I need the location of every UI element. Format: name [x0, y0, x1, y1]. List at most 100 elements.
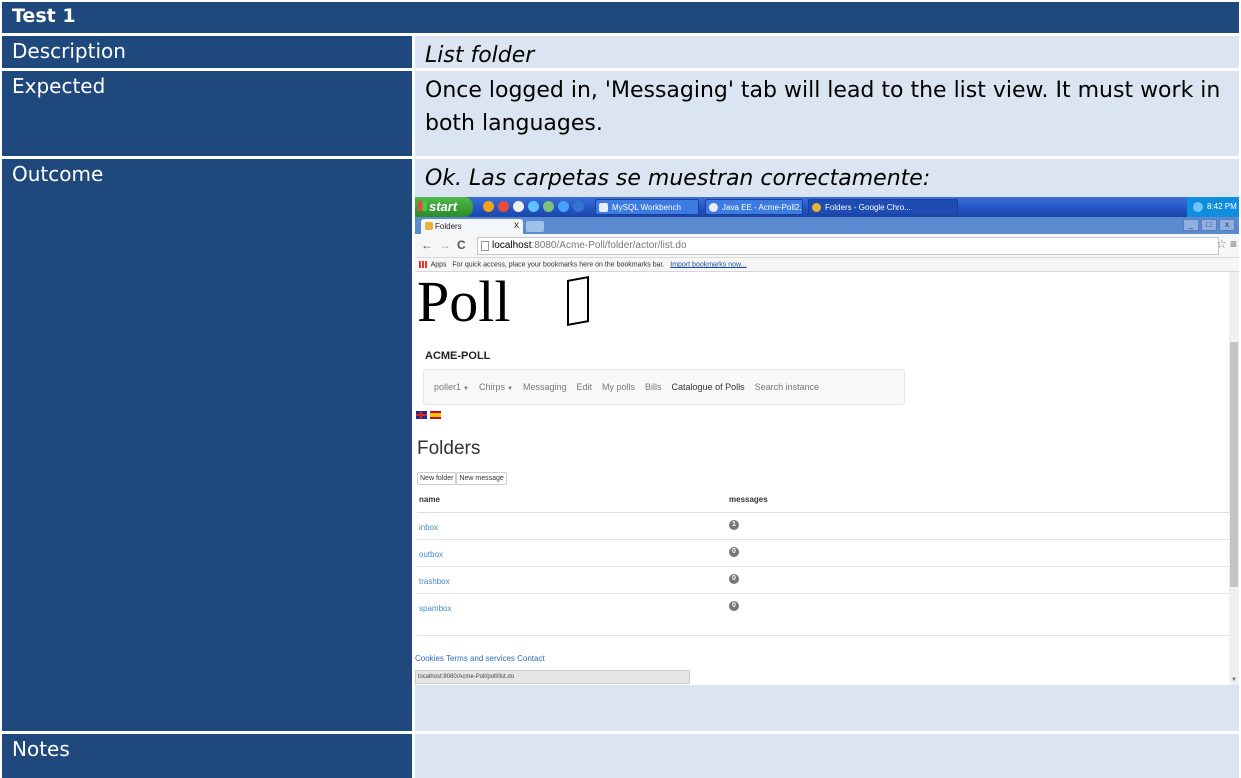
page-icon [481, 241, 489, 251]
page-title: Folders [417, 438, 481, 459]
app-icon[interactable] [573, 201, 584, 212]
outcome-screenshot: start MySQL Workbench Java EE - Acme-Pol… [415, 197, 1239, 685]
table-row: trashbox 0 [417, 567, 1229, 594]
minimize-button[interactable]: _ [1183, 219, 1199, 231]
chrome-icon [812, 203, 821, 212]
media-icon[interactable] [558, 201, 569, 212]
quick-launch [483, 201, 584, 212]
uk-flag-icon[interactable] [416, 411, 427, 419]
document-icon[interactable] [513, 201, 524, 212]
row-label-text: Expected [12, 74, 106, 98]
folder-icon[interactable] [543, 201, 554, 212]
language-switcher [416, 411, 441, 419]
folder-link-trashbox[interactable]: trashbox [419, 577, 450, 586]
tab-title: Folders [435, 222, 462, 231]
clock: 8:42 PM [1207, 202, 1237, 211]
folder-link-spambox[interactable]: spambox [419, 604, 451, 613]
table-row: inbox 1 [417, 513, 1229, 540]
nav-catalogue-of-polls[interactable]: Catalogue of Polls [672, 382, 745, 392]
nav-poller1[interactable]: poller1 ▼ [434, 382, 469, 392]
reload-icon[interactable]: C [457, 238, 466, 252]
task-chrome-folders[interactable]: Folders - Google Chro... [808, 199, 958, 215]
mysql-icon [599, 203, 608, 212]
apps-link[interactable]: Apps [431, 261, 447, 268]
close-window-button[interactable]: x [1219, 219, 1235, 231]
brand-name: ACME-POLL [425, 350, 491, 362]
message-count-badge: 1 [729, 520, 739, 530]
row-label-notes: Notes [2, 734, 412, 778]
table-title: Test 1 [2, 2, 1239, 33]
table-title-text: Test 1 [12, 5, 76, 27]
caret-down-icon: ▼ [463, 386, 469, 392]
ie-icon[interactable] [528, 201, 539, 212]
task-java-ee[interactable]: Java EE - Acme-Poll2... [705, 199, 803, 215]
nav-messaging[interactable]: Messaging [523, 382, 567, 392]
back-arrow-icon[interactable]: ← [421, 238, 433, 252]
message-count-badge: 0 [729, 601, 739, 611]
address-bar[interactable]: localhost:8080/Acme-Poll/folder/actor/li… [477, 237, 1219, 255]
bookmarks-hint: For quick access, place your bookmarks h… [452, 261, 665, 269]
new-tab-button[interactable] [526, 221, 544, 232]
new-folder-button[interactable]: New folder [417, 472, 457, 485]
row-label-description: Description [2, 36, 412, 68]
column-header-messages[interactable]: messages [729, 495, 768, 504]
nav-chirps[interactable]: Chirps ▼ [479, 382, 513, 392]
scrollbar-thumb[interactable] [1230, 342, 1238, 587]
footer-links[interactable]: Cookies Terms and services Contact [415, 654, 545, 663]
nav-bills[interactable]: Bills [645, 382, 662, 392]
nav-label: Chirps [478, 382, 505, 392]
task-label: MySQL Workbench [612, 203, 681, 212]
bookmark-star-icon[interactable]: ☆ [1216, 237, 1227, 251]
nav-edit[interactable]: Edit [576, 382, 592, 392]
eclipse-icon [709, 203, 718, 212]
folder-link-inbox[interactable]: inbox [419, 523, 438, 532]
scroll-down-icon[interactable]: ▼ [1231, 677, 1237, 683]
url-host: localhost [492, 240, 532, 251]
poll-logo: Poll [417, 273, 592, 331]
apps-grid-icon [419, 261, 427, 268]
status-bar-url: localhost:8080/Acme-Poll/poll/list.do [415, 670, 690, 684]
row-label-outcome: Outcome [2, 159, 412, 731]
row-value-text: Ok. Las carpetas se muestran correctamen… [425, 166, 931, 191]
table-row: outbox 0 [417, 540, 1229, 567]
tray-icon[interactable] [1193, 202, 1203, 212]
column-header-name[interactable]: name [419, 495, 440, 504]
start-button[interactable]: start [415, 197, 473, 217]
action-buttons: New folder New message [417, 472, 507, 485]
nav-label: poller1 [434, 382, 462, 392]
menu-icon[interactable]: ≡ [1230, 237, 1237, 251]
row-value-description: List folder [415, 36, 1239, 68]
folder-link-outbox[interactable]: outbox [419, 550, 443, 559]
message-count-badge: 0 [729, 547, 739, 557]
row-value-text: Once logged in, 'Messaging' tab will lea… [425, 78, 1221, 136]
row-label-text: Notes [12, 737, 70, 761]
maximize-button[interactable]: □ [1201, 219, 1217, 231]
bookmarks-bar: Apps For quick access, place your bookma… [415, 258, 1239, 272]
main-navbar: poller1 ▼ Chirps ▼ Messaging Edit My polls… [423, 369, 905, 405]
row-value-text: List folder [425, 43, 535, 68]
tab-folders[interactable]: Folders x [421, 219, 523, 234]
row-label-text: Outcome [12, 162, 104, 186]
web-page: Poll ACME-POLL poller1 ▼ Chirps ▼ Messagin… [415, 272, 1229, 685]
forward-arrow-icon[interactable]: → [439, 238, 451, 252]
row-label-text: Description [12, 39, 126, 63]
row-label-expected: Expected [2, 71, 412, 156]
windows-flag-icon [418, 201, 427, 211]
task-mysql-workbench[interactable]: MySQL Workbench [595, 199, 699, 215]
caret-down-icon: ▼ [507, 386, 513, 392]
import-bookmarks-link[interactable]: Import bookmarks now... [670, 261, 746, 268]
chrome-icon[interactable] [498, 201, 509, 212]
spain-flag-icon[interactable] [430, 411, 441, 419]
system-tray: 8:42 PM [1187, 197, 1239, 217]
logo-box-shape [567, 276, 589, 326]
close-tab-icon[interactable]: x [514, 220, 519, 231]
table-bottom-divider [417, 635, 1229, 636]
firefox-icon[interactable] [483, 201, 494, 212]
nav-search-instance[interactable]: Search instance [755, 382, 820, 392]
new-message-button[interactable]: New message [456, 472, 507, 485]
task-label: Java EE - Acme-Poll2... [722, 203, 803, 212]
window-controls: _ □ x [1183, 219, 1235, 231]
message-count-badge: 0 [729, 574, 739, 584]
table-row: spambox 0 [417, 594, 1229, 621]
nav-my-polls[interactable]: My polls [602, 382, 635, 392]
